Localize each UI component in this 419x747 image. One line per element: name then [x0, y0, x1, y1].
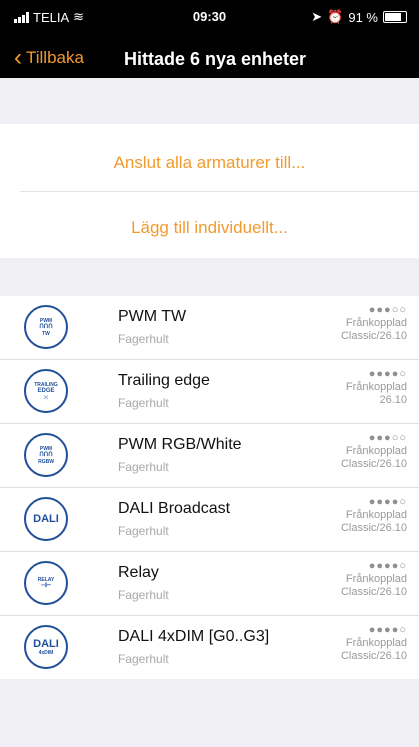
device-version: Classic/26.10	[340, 330, 407, 342]
device-name: DALI 4xDIM [G0..G3]	[118, 628, 270, 645]
device-name: PWM TW	[118, 308, 187, 325]
icon-mid-label: DALI	[33, 638, 59, 650]
device-type-icon: PWM ՈՈՈ TW	[24, 305, 68, 349]
device-version: 26.10	[379, 394, 407, 406]
device-type-icon: TRAILING EDGE ⤫	[24, 369, 68, 413]
icon-mid-label: ՈՈՈ	[39, 323, 53, 330]
signal-dots-icon: ●●●●○	[368, 624, 407, 636]
device-vendor: Fagerhult	[118, 524, 169, 538]
device-list: PWM ՈՈՈ TW PWM TW Fagerhult ●●●○○ Frånkopplad C…	[0, 296, 419, 679]
status-right: ➤ ⏰ 91 %	[311, 9, 407, 25]
back-button[interactable]: ‹ Tillbaka	[14, 44, 84, 71]
status-bar: TELIA ≋ 09:30 ➤ ⏰ 91 %	[0, 0, 419, 40]
actions-group: Anslut alla armaturer till... Lägg till …	[0, 124, 419, 258]
alarm-icon: ⏰	[327, 9, 344, 24]
device-type-icon: PWM ՈՈՈ RGBW	[24, 433, 68, 477]
device-name: PWM RGB/White	[118, 436, 242, 453]
signal-dots-icon: ●●●○○	[368, 432, 407, 444]
device-row[interactable]: DALI 4xDIM DALI 4xDIM [G0..G3] Fagerhult ●●●…	[0, 616, 419, 679]
device-meta: ●●●●○ Frånkopplad Classic/26.10	[341, 560, 407, 599]
icon-bottom-label: TW	[42, 330, 50, 337]
icon-mid-label: ՈՈՈ	[39, 451, 53, 458]
device-name: Trailing edge	[118, 372, 210, 389]
device-vendor: Fagerhult	[118, 332, 169, 346]
device-status: Frånkopplad	[345, 509, 407, 521]
section-spacer	[0, 78, 419, 124]
device-version: Classic/26.10	[340, 650, 407, 662]
icon-bottom-label: 4xDIM	[38, 650, 54, 656]
device-vendor: Fagerhult	[118, 396, 169, 410]
device-row[interactable]: RELAY ⊣⊢ Relay Fagerhult ●●●●○ Frånkopplad Cla…	[0, 552, 419, 616]
device-version: Classic/26.10	[340, 586, 407, 598]
device-type-icon: DALI 4xDIM	[24, 625, 68, 669]
device-row[interactable]: DALI DALI Broadcast Fagerhult ●●●●○ Frånkopp…	[0, 488, 419, 552]
signal-dots-icon: ●●●●○	[368, 368, 407, 380]
icon-mid-label: EDGE	[37, 387, 55, 394]
device-status: Frånkopplad	[345, 573, 407, 585]
device-type-icon: DALI	[24, 497, 68, 541]
signal-dots-icon: ●●●●○	[368, 560, 407, 572]
connect-all-button[interactable]: Anslut alla armaturer till...	[0, 153, 419, 173]
icon-mid-label: DALI	[33, 513, 59, 525]
device-name: DALI Broadcast	[118, 500, 231, 517]
device-row[interactable]: PWM ՈՈՈ TW PWM TW Fagerhult ●●●○○ Frånkopplad C…	[0, 296, 419, 360]
device-version: Classic/26.10	[340, 458, 407, 470]
device-status: Frånkopplad	[345, 381, 407, 393]
device-vendor: Fagerhult	[118, 460, 169, 474]
signal-dots-icon: ●●●○○	[368, 304, 407, 316]
device-meta: ●●●●○ Frånkopplad 26.10	[346, 368, 407, 407]
device-name: Relay	[118, 564, 159, 581]
chevron-left-icon: ‹	[14, 44, 22, 71]
section-spacer	[0, 258, 419, 296]
device-meta: ●●●○○ Frånkopplad Classic/26.10	[341, 432, 407, 471]
device-row[interactable]: TRAILING EDGE ⤫ Trailing edge Fagerhult ●●●●○…	[0, 360, 419, 424]
page-title: Hittade 6 nya enheter	[124, 49, 307, 69]
icon-mid-label: ⊣⊢	[40, 582, 52, 589]
icon-bottom-label: ⤫	[43, 394, 48, 401]
device-vendor: Fagerhult	[118, 588, 169, 602]
device-meta: ●●●○○ Frånkopplad Classic/26.10	[341, 304, 407, 343]
battery-percent: 91 %	[348, 9, 378, 25]
device-meta: ●●●●○ Frånkopplad Classic/26.10	[341, 496, 407, 535]
device-version: Classic/26.10	[340, 522, 407, 534]
device-status: Frånkopplad	[345, 637, 407, 649]
device-status: Frånkopplad	[345, 317, 407, 329]
divider	[20, 191, 419, 192]
back-label: Tillbaka	[26, 48, 84, 67]
signal-dots-icon: ●●●●○	[368, 496, 407, 508]
device-meta: ●●●●○ Frånkopplad Classic/26.10	[341, 624, 407, 663]
device-vendor: Fagerhult	[118, 652, 169, 666]
device-type-icon: RELAY ⊣⊢	[24, 561, 68, 605]
device-status: Frånkopplad	[345, 445, 407, 457]
battery-icon	[383, 11, 407, 23]
battery-fill	[385, 13, 402, 21]
navigation-bar: ‹ Tillbaka Hittade 6 nya enheter	[0, 40, 419, 78]
device-row[interactable]: PWM ՈՈՈ RGBW PWM RGB/White Fagerhult ●●●○○ Frå…	[0, 424, 419, 488]
location-icon: ➤	[311, 9, 323, 24]
section-spacer	[0, 723, 419, 747]
add-individual-button[interactable]: Lägg till individuellt...	[0, 218, 419, 238]
icon-bottom-label: RGBW	[38, 458, 54, 465]
